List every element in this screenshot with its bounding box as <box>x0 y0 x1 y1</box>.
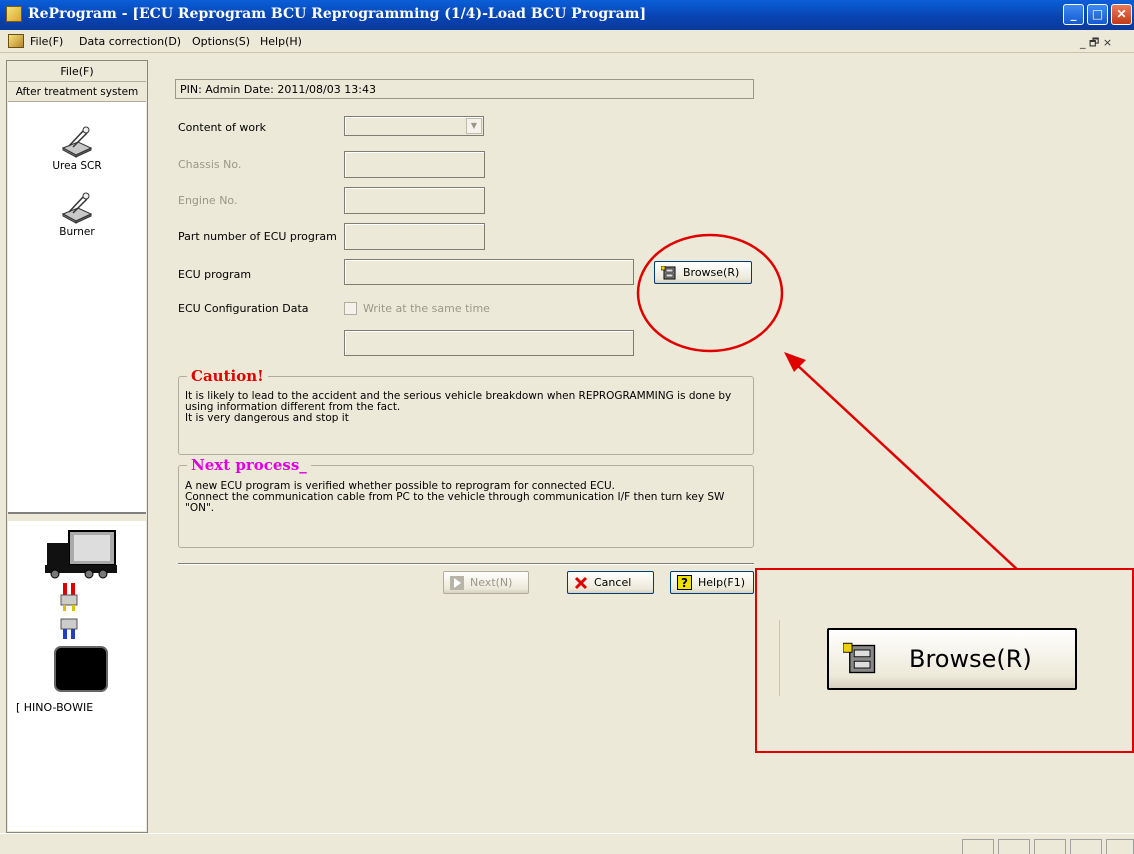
ecu-config-field[interactable] <box>344 330 634 356</box>
help-button-label: Help(F1) <box>698 576 745 589</box>
callout-divider <box>779 620 780 696</box>
help-button[interactable]: ? Help(F1) <box>670 571 754 594</box>
sidebar-item-burner[interactable]: Burner <box>8 190 146 238</box>
minimize-button[interactable]: _ <box>1063 4 1084 25</box>
chevron-down-icon[interactable]: ▼ <box>466 118 482 134</box>
browse-button[interactable]: Browse(R) <box>654 261 752 284</box>
sidebar-item-label: Burner <box>59 226 95 238</box>
status-bar <box>0 833 1134 854</box>
pin-info-bar: PIN: Admin Date: 2011/08/03 13:43 <box>175 79 754 99</box>
caution-title: Caution! <box>187 367 268 385</box>
sidebar: File(F) After treatment system Urea SCR <box>6 60 148 833</box>
connection-label: [ HINO-BOWIE <box>16 701 94 714</box>
next-process-group: Next process_ A new ECU program is verif… <box>178 456 754 548</box>
ecu-program-label: ECU program <box>178 268 252 281</box>
write-same-time-checkbox[interactable] <box>344 302 357 315</box>
sidebar-file-header[interactable]: File(F) <box>8 62 146 82</box>
machine-icon <box>61 126 93 158</box>
sidebar-section-header[interactable]: After treatment system <box>8 82 146 102</box>
help-icon: ? <box>677 575 692 590</box>
app-icon <box>6 6 22 22</box>
sidebar-menu: File(F) After treatment system Urea SCR <box>8 62 146 514</box>
maximize-button[interactable]: □ <box>1087 4 1108 25</box>
next-process-text: A new ECU program is verified whether po… <box>185 480 725 514</box>
caution-text: It is likely to lead to the accident and… <box>185 390 732 424</box>
next-button[interactable]: Next(N) <box>443 571 529 594</box>
next-button-label: Next(N) <box>470 576 513 589</box>
window-title: ReProgram - [ECU Reprogram BCU Reprogram… <box>28 6 647 22</box>
status-panel <box>1070 839 1102 854</box>
zoom-callout: Browse(R) <box>755 568 1134 753</box>
document-icon[interactable] <box>8 34 24 48</box>
status-panel <box>1106 839 1134 854</box>
menu-data-correction[interactable]: Data correction(D) <box>79 35 181 48</box>
vehicle-connection-icon <box>45 530 117 692</box>
chassis-label: Chassis No. <box>178 158 242 171</box>
content-of-work-select[interactable]: ▼ <box>344 116 484 136</box>
cancel-button-label: Cancel <box>594 576 632 589</box>
write-same-time-label: Write at the same time <box>363 302 490 315</box>
title-bar: ReProgram - [ECU Reprogram BCU Reprogram… <box>0 0 1134 30</box>
engine-field[interactable] <box>344 187 485 214</box>
close-button[interactable]: ✕ <box>1111 4 1132 25</box>
status-panel <box>998 839 1030 854</box>
chassis-field[interactable] <box>344 151 485 178</box>
svg-text:?: ? <box>681 576 688 590</box>
next-process-title: Next process_ <box>187 456 311 474</box>
part-number-label: Part number of ECU program <box>178 230 337 243</box>
content-of-work-label: Content of work <box>178 121 266 134</box>
menu-options[interactable]: Options(S) <box>192 35 250 48</box>
cancel-button[interactable]: Cancel <box>567 571 654 594</box>
close-icon <box>574 576 588 589</box>
status-panel <box>962 839 994 854</box>
next-arrow-icon <box>450 575 464 590</box>
status-panel <box>1034 839 1066 854</box>
connection-panel: [ HINO-BOWIE <box>8 521 146 831</box>
ecu-config-label: ECU Configuration Data <box>178 302 309 315</box>
mdi-window-controls[interactable]: _ 🗗 × <box>1080 34 1112 53</box>
part-number-field[interactable] <box>344 223 485 250</box>
sidebar-item-urea-scr[interactable]: Urea SCR <box>8 124 146 172</box>
zoomed-browse-button: Browse(R) <box>827 628 1077 690</box>
menu-help[interactable]: Help(H) <box>260 35 302 48</box>
browse-button-label: Browse(R) <box>683 266 740 279</box>
menu-file[interactable]: File(F) <box>30 35 63 48</box>
zoomed-browse-label: Browse(R) <box>909 645 1032 673</box>
sidebar-item-label: Urea SCR <box>52 160 102 172</box>
separator <box>178 563 754 565</box>
file-cabinet-icon <box>843 642 876 674</box>
file-cabinet-icon <box>661 265 676 279</box>
engine-label: Engine No. <box>178 194 238 207</box>
machine-icon <box>61 192 93 224</box>
ecu-program-field[interactable] <box>344 259 634 285</box>
caution-group: Caution! It is likely to lead to the acc… <box>178 367 754 455</box>
menu-bar: File(F) Data correction(D) Options(S) He… <box>0 31 1134 53</box>
